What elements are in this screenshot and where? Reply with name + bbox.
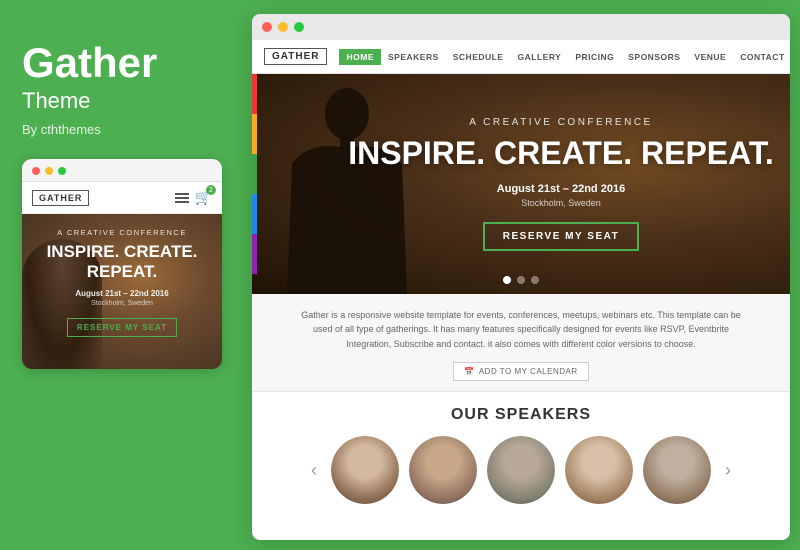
mobile-hero-subtitle: A CREATIVE CONFERENCE	[32, 228, 212, 237]
color-bar-red	[252, 74, 257, 114]
mobile-dot-red	[32, 167, 40, 175]
color-bar	[252, 74, 257, 274]
browser-description: Gather is a responsive website template …	[252, 294, 790, 392]
nav-item-gallery[interactable]: GALLERY	[511, 49, 569, 65]
color-bar-purple	[252, 234, 257, 274]
browser-panel: GATHER HOME SPEAKERS SCHEDULE GALLERY PR…	[252, 14, 790, 540]
speaker-face-1	[331, 436, 399, 504]
mobile-hero-title: INSPIRE. CREATE. REPEAT.	[32, 242, 212, 281]
mobile-mockup: GATHER 🛒 2 A CREATIVE CONFERENCE INSPIRE…	[22, 159, 222, 369]
mobile-hamburger-icon[interactable]	[175, 193, 189, 203]
theme-author: By cththemes	[22, 122, 226, 137]
hero-location: Stockholm, Sweden	[348, 198, 774, 208]
speaker-avatar-1	[331, 436, 399, 504]
theme-subtitle: Theme	[22, 88, 226, 114]
color-bar-yellow	[252, 114, 257, 154]
mobile-dot-green	[58, 167, 66, 175]
calendar-icon: 📅	[464, 367, 474, 376]
browser-nav: GATHER HOME SPEAKERS SCHEDULE GALLERY PR…	[252, 40, 790, 74]
mobile-titlebar	[22, 159, 222, 182]
nav-item-pricing[interactable]: PRICING	[568, 49, 621, 65]
browser-dot-green[interactable]	[294, 22, 304, 32]
speakers-section: OUR SPEAKERS ‹ ›	[252, 392, 790, 514]
hero-content: A CREATIVE CONFERENCE INSPIRE. CREATE. R…	[348, 117, 774, 251]
nav-item-speakers[interactable]: SPEAKERS	[381, 49, 446, 65]
theme-title: Gather	[22, 40, 226, 86]
hero-pagination	[503, 276, 539, 284]
mobile-hero-date: August 21st – 22nd 2016	[32, 289, 212, 298]
speaker-face-2	[409, 436, 477, 504]
left-panel: Gather Theme By cththemes GATHER 🛒 2	[0, 0, 248, 550]
mobile-hero: A CREATIVE CONFERENCE INSPIRE. CREATE. R…	[22, 214, 222, 369]
color-bar-blue	[252, 194, 257, 234]
description-text: Gather is a responsive website template …	[291, 308, 751, 351]
hero-cta-button[interactable]: RESERVE MY SEAT	[483, 222, 639, 251]
speaker-face-3	[487, 436, 555, 504]
mobile-cart-icon[interactable]: 🛒 2	[195, 189, 212, 206]
speaker-avatar-4	[565, 436, 633, 504]
mobile-cta-button[interactable]: RESERVE MY SEAT	[67, 318, 177, 337]
speaker-avatar-3	[487, 436, 555, 504]
speaker-face-4	[565, 436, 633, 504]
browser-nav-items: HOME SPEAKERS SCHEDULE GALLERY PRICING S…	[339, 48, 790, 65]
speaker-avatar-5	[643, 436, 711, 504]
browser-hero: A CREATIVE CONFERENCE INSPIRE. CREATE. R…	[252, 74, 790, 294]
hero-date: August 21st – 22nd 2016	[348, 183, 774, 195]
color-bar-green	[252, 154, 257, 194]
mobile-logo: GATHER	[32, 190, 89, 206]
nav-item-schedule[interactable]: SCHEDULE	[446, 49, 511, 65]
speakers-row: ‹ ›	[262, 436, 780, 504]
browser-dot-red[interactable]	[262, 22, 272, 32]
mobile-dot-yellow	[45, 167, 53, 175]
nav-item-home[interactable]: HOME	[339, 49, 381, 65]
browser-dot-yellow[interactable]	[278, 22, 288, 32]
hero-dot-1[interactable]	[503, 276, 511, 284]
browser-logo: GATHER	[264, 48, 327, 65]
speakers-next-arrow[interactable]: ›	[721, 460, 735, 481]
hero-dot-3[interactable]	[531, 276, 539, 284]
speaker-avatar-2	[409, 436, 477, 504]
hero-subtitle: A CREATIVE CONFERENCE	[348, 117, 774, 128]
mobile-hero-location: Stockholm, Sweden	[32, 300, 212, 307]
hero-dot-2[interactable]	[517, 276, 525, 284]
nav-item-venue[interactable]: VENUE	[687, 49, 733, 65]
hero-main-title: INSPIRE. CREATE. REPEAT.	[348, 136, 774, 171]
speaker-face-5	[643, 436, 711, 504]
mobile-cart-badge: 2	[206, 185, 216, 195]
browser-titlebar	[252, 14, 790, 40]
nav-item-contact[interactable]: CONTACT	[733, 49, 790, 65]
nav-item-sponsors[interactable]: SPONSORS	[621, 49, 687, 65]
speakers-title: OUR SPEAKERS	[262, 406, 780, 424]
add-calendar-button[interactable]: 📅 ADD TO MY CALENDAR	[453, 362, 588, 381]
calendar-label: ADD TO MY CALENDAR	[479, 367, 578, 376]
mobile-nav: GATHER 🛒 2	[22, 182, 222, 214]
speakers-prev-arrow[interactable]: ‹	[307, 460, 321, 481]
